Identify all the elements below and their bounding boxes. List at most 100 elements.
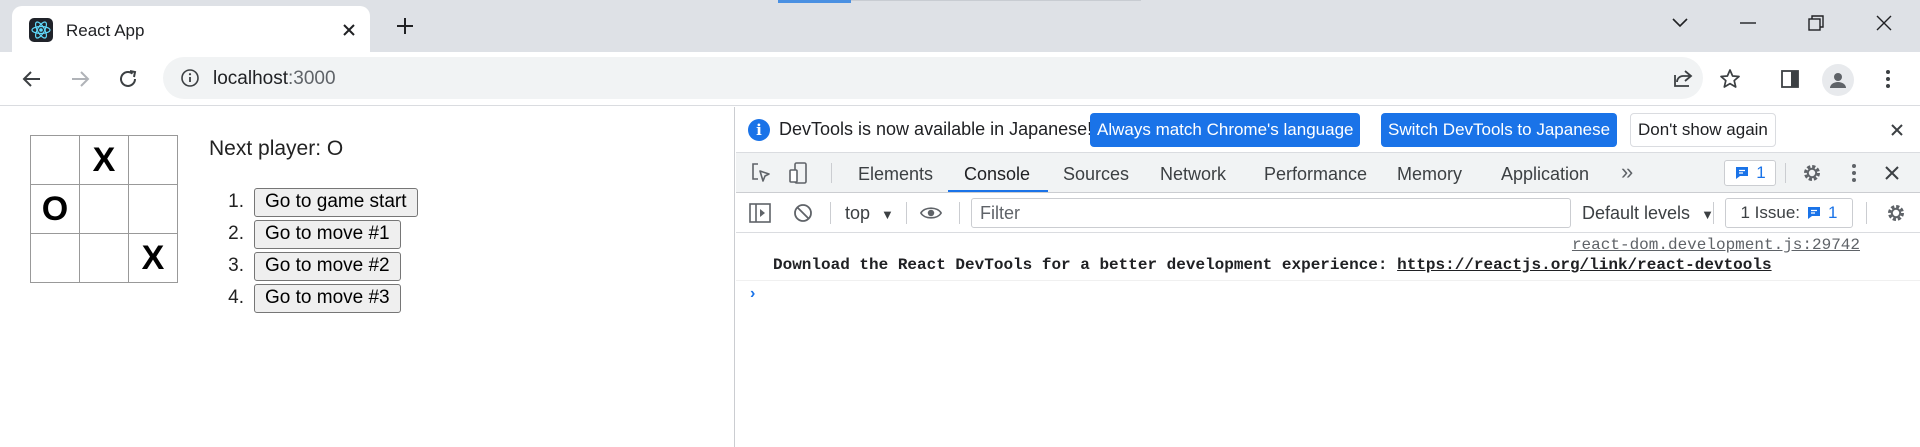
board-square[interactable] xyxy=(30,135,80,185)
move-number: 3. xyxy=(228,255,244,276)
board-square[interactable] xyxy=(128,184,178,234)
more-tabs-chevron-icon[interactable]: » xyxy=(1621,159,1633,185)
address-bar[interactable]: localhost:3000 xyxy=(163,57,1703,99)
devtools-kebab-menu-icon[interactable] xyxy=(1841,161,1867,185)
move-history: 1. Go to game start 2. Go to move #1 3. … xyxy=(222,186,418,314)
inspect-element-icon[interactable] xyxy=(748,161,774,185)
board-square[interactable] xyxy=(79,233,129,283)
clear-console-icon[interactable] xyxy=(791,202,815,224)
bookmark-star-icon[interactable] xyxy=(1714,63,1746,95)
switch-to-japanese-button[interactable]: Switch DevTools to Japanese xyxy=(1381,113,1618,147)
toolbar-separator xyxy=(1866,202,1867,224)
toolbar-separator xyxy=(1785,163,1786,183)
browser-titlebar: React App xyxy=(0,0,1920,52)
toolbar-separator xyxy=(830,202,831,224)
log-divider xyxy=(736,280,1920,281)
go-to-move-2-button[interactable]: Go to move #2 xyxy=(254,251,401,281)
board-row: X xyxy=(30,233,178,283)
tab-sources[interactable]: Sources xyxy=(1063,164,1129,185)
tab-network[interactable]: Network xyxy=(1160,164,1226,185)
live-expression-eye-icon[interactable] xyxy=(919,202,943,224)
log-text: Download the React DevTools for a better… xyxy=(773,256,1398,274)
tab-close-icon[interactable] xyxy=(336,17,362,43)
tab-console[interactable]: Console xyxy=(964,164,1030,185)
console-filter-input[interactable] xyxy=(971,198,1571,228)
window-close-icon[interactable] xyxy=(1866,8,1902,38)
issues-label: 1 Issue: xyxy=(1740,203,1801,222)
minimize-icon[interactable] xyxy=(1730,8,1766,38)
titlebar-line xyxy=(851,0,1141,1)
tab-memory[interactable]: Memory xyxy=(1397,164,1462,185)
tab-performance[interactable]: Performance xyxy=(1264,164,1367,185)
board-square[interactable]: O xyxy=(30,184,80,234)
go-to-game-start-button[interactable]: Go to game start xyxy=(254,187,418,217)
toolbar-separator xyxy=(831,163,832,183)
reload-icon[interactable] xyxy=(112,63,144,95)
log-levels-dropdown[interactable]: Default levels ▼ xyxy=(1582,203,1714,224)
move-number: 4. xyxy=(228,287,244,308)
infobar-close-icon[interactable] xyxy=(1888,121,1906,139)
profile-avatar-icon[interactable] xyxy=(1822,64,1854,96)
board-square[interactable]: X xyxy=(128,233,178,283)
board-row: O xyxy=(30,184,178,234)
issues-count: 1 xyxy=(1828,203,1838,222)
back-icon[interactable] xyxy=(16,63,48,95)
tab-title: React App xyxy=(66,21,145,40)
move-item: 1. Go to game start xyxy=(222,186,418,218)
move-number: 1. xyxy=(228,191,244,212)
log-source-link[interactable]: react-dom.development.js:29742 xyxy=(1572,236,1860,254)
console-prompt-chevron-icon[interactable]: › xyxy=(750,285,755,303)
message-icon xyxy=(1808,207,1821,219)
move-item: 4. Go to move #3 xyxy=(222,282,418,314)
move-number: 2. xyxy=(228,223,244,244)
settings-gear-icon[interactable] xyxy=(1799,161,1825,185)
go-to-move-3-button[interactable]: Go to move #3 xyxy=(254,283,401,313)
react-devtools-link[interactable]: https://reactjs.org/link/react-devtools xyxy=(1397,256,1771,274)
console-settings-gear-icon[interactable] xyxy=(1884,202,1908,224)
tab-elements[interactable]: Elements xyxy=(858,164,933,185)
dont-show-again-button[interactable]: Don't show again xyxy=(1630,113,1776,147)
browser-tab[interactable]: React App xyxy=(12,6,370,52)
new-tab-icon[interactable] xyxy=(390,11,420,41)
dropdown-arrow-icon: ▼ xyxy=(881,207,894,222)
site-info-icon[interactable] xyxy=(179,67,201,89)
execution-context-select[interactable]: top ▼ xyxy=(845,203,894,224)
issues-counter-button[interactable]: 1 Issue: 1 xyxy=(1725,198,1853,228)
move-item: 3. Go to move #2 xyxy=(222,250,418,282)
toolbar-separator xyxy=(1713,202,1714,224)
board-row: X xyxy=(30,135,178,185)
kebab-menu-icon[interactable] xyxy=(1872,63,1904,95)
always-match-language-button[interactable]: Always match Chrome's language xyxy=(1090,113,1361,147)
board-square[interactable]: X xyxy=(79,135,129,185)
message-icon xyxy=(1736,167,1749,179)
log-levels-label: Default levels xyxy=(1582,203,1691,223)
go-to-move-1-button[interactable]: Go to move #1 xyxy=(254,219,401,249)
infobar-message: DevTools is now available in Japanese! xyxy=(779,119,1093,139)
devtools-language-infobar: i DevTools is now available in Japanese!… xyxy=(736,107,1920,153)
message-count: 1 xyxy=(1756,163,1766,182)
active-tab-indicator xyxy=(948,190,1048,192)
move-item: 2. Go to move #1 xyxy=(222,218,418,250)
share-icon[interactable] xyxy=(1671,66,1695,95)
console-sidebar-icon[interactable] xyxy=(748,202,772,224)
forward-icon[interactable] xyxy=(64,63,96,95)
restore-icon[interactable] xyxy=(1798,8,1834,38)
react-logo-icon xyxy=(29,18,53,42)
tab-application[interactable]: Application xyxy=(1501,164,1589,185)
devtools-close-icon[interactable] xyxy=(1879,161,1905,185)
console-output: react-dom.development.js:29742 Download … xyxy=(736,233,1920,447)
device-toolbar-icon[interactable] xyxy=(786,161,812,185)
url-port: :3000 xyxy=(288,68,336,89)
devtools-tabbar: Elements Console Sources Network Perform… xyxy=(736,153,1920,193)
browser-toolbar: localhost:3000 xyxy=(0,52,1920,106)
board-square[interactable] xyxy=(30,233,80,283)
console-toolbar: top ▼ Default levels ▼ 1 Issue: 1 xyxy=(736,193,1920,233)
context-value: top xyxy=(845,203,871,223)
devtools-panel: i DevTools is now available in Japanese!… xyxy=(736,107,1920,447)
tab-search-chevron-icon[interactable] xyxy=(1662,8,1698,38)
console-messages-badge[interactable]: 1 xyxy=(1724,160,1776,186)
side-panel-icon[interactable] xyxy=(1774,63,1806,95)
url-text[interactable]: localhost:3000 xyxy=(213,68,336,90)
board-square[interactable] xyxy=(79,184,129,234)
board-square[interactable] xyxy=(128,135,178,185)
